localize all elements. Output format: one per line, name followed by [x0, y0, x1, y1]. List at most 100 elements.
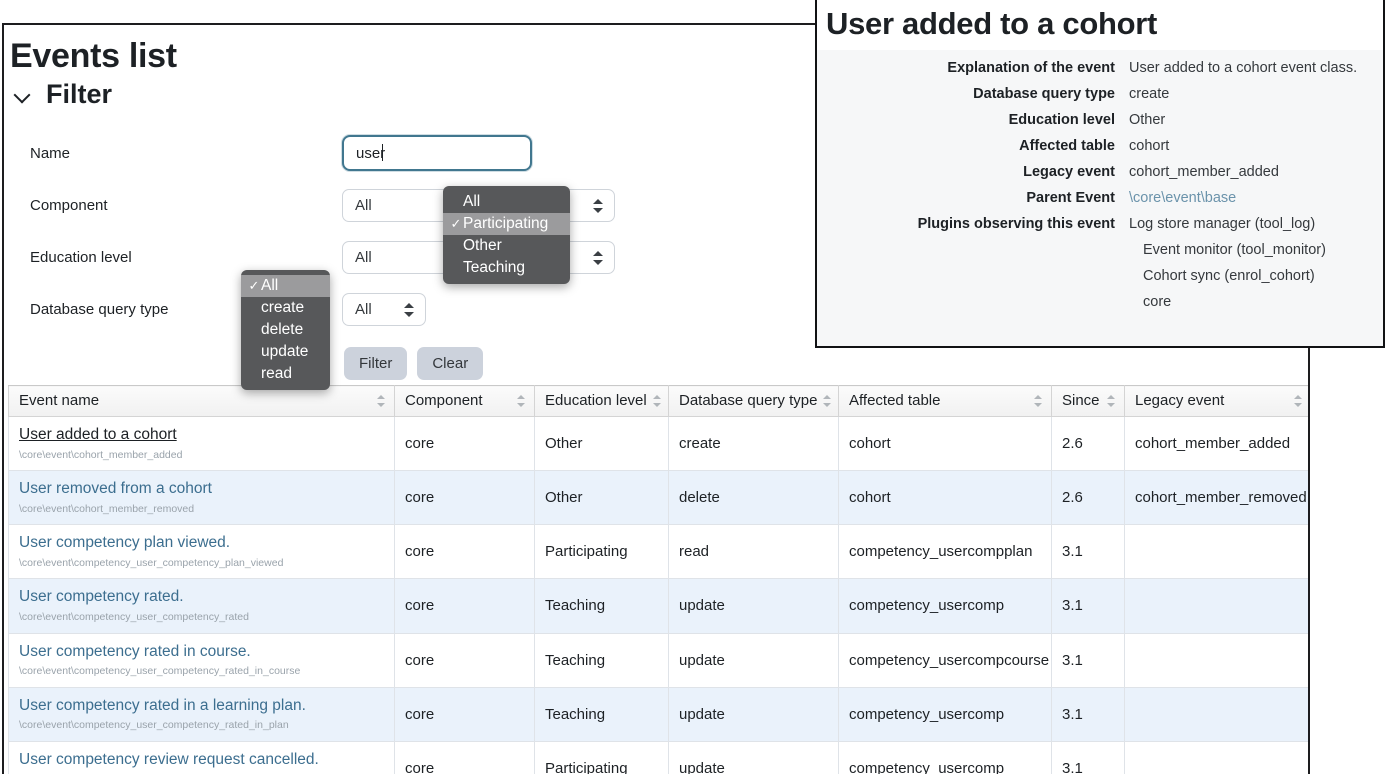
- column-label: Affected table: [849, 392, 941, 409]
- menu-item[interactable]: All: [443, 191, 570, 213]
- cell-event-name: User competency rated. \core\event\compet…: [8, 578, 395, 634]
- cell-legacy-event: [1124, 686, 1308, 742]
- menu-item[interactable]: read: [241, 363, 330, 385]
- detail-row: Explanation of the event User added to a …: [817, 60, 1383, 76]
- filter-button[interactable]: Filter: [344, 347, 408, 380]
- event-name-link[interactable]: User competency rated in a learning plan…: [19, 697, 384, 716]
- updown-arrows-icon: [403, 301, 415, 319]
- event-class-name: \core\event\competency_user_competency_r…: [19, 665, 301, 678]
- menu-item[interactable]: ✓ Participating: [443, 213, 570, 235]
- event-name-link[interactable]: User competency rated.: [19, 588, 384, 607]
- event-class-name: \core\event\cohort_member_removed: [19, 502, 195, 515]
- database-query-type-dropdown-menu[interactable]: ✓ All create delete update read: [241, 270, 330, 390]
- event-detail-body: Explanation of the event User added to a …: [817, 50, 1383, 346]
- screenshot-root: Events list Filter Name Component All Ed…: [0, 0, 1385, 774]
- sort-icon[interactable]: [1107, 394, 1116, 408]
- detail-key: Plugins observing this event: [917, 216, 1115, 232]
- detail-row: Education level Other: [817, 112, 1383, 128]
- column-label: Education level: [545, 392, 647, 409]
- detail-key: Database query type: [973, 86, 1115, 102]
- menu-item[interactable]: ✓ All: [241, 275, 330, 297]
- sort-icon[interactable]: [517, 394, 526, 408]
- cell-since: 2.6: [1051, 415, 1125, 472]
- detail-row-plugins: Plugins observing this event Log store ma…: [817, 216, 1383, 232]
- sort-icon[interactable]: [1034, 394, 1043, 408]
- label-component: Component: [30, 197, 108, 214]
- table-row: User removed from a cohort \core\event\co…: [8, 470, 1308, 526]
- detail-row: Legacy event cohort_member_added: [817, 164, 1383, 180]
- cell-component: core: [394, 632, 535, 688]
- detail-value-link[interactable]: \core\event\base: [1129, 190, 1236, 206]
- chevron-down-icon[interactable]: [14, 86, 32, 104]
- column-header-legacy-event[interactable]: Legacy event: [1124, 385, 1308, 417]
- cell-affected-table: competency_usercomp: [838, 740, 1052, 774]
- column-header-affected-table[interactable]: Affected table: [838, 385, 1052, 417]
- sort-icon[interactable]: [377, 394, 386, 408]
- label-education-level: Education level: [30, 249, 132, 266]
- detail-row: Parent Event \core\event\base: [817, 190, 1383, 206]
- column-header-education-level[interactable]: Education level: [534, 385, 669, 417]
- cell-event-name: User competency rated in a learning plan…: [8, 686, 395, 742]
- cell-component: core: [394, 686, 535, 742]
- cell-database-query-type: update: [668, 740, 839, 774]
- sort-icon[interactable]: [1294, 394, 1303, 408]
- name-input[interactable]: [342, 135, 532, 171]
- cell-component: core: [394, 470, 535, 526]
- event-name-link[interactable]: User competency plan viewed.: [19, 534, 384, 553]
- cell-affected-table: cohort: [838, 415, 1052, 472]
- cell-affected-table: cohort: [838, 470, 1052, 526]
- detail-value: cohort: [1129, 138, 1170, 154]
- event-name-link[interactable]: User competency rated in course.: [19, 643, 384, 662]
- detail-key: Education level: [1008, 112, 1115, 128]
- cell-legacy-event: [1124, 524, 1308, 580]
- event-name-link[interactable]: User removed from a cohort: [19, 480, 384, 499]
- menu-item-label: All: [261, 277, 279, 294]
- menu-item-label: Participating: [463, 215, 549, 232]
- table-row: User competency rated in course. \core\ev…: [8, 632, 1308, 688]
- event-class-name: \core\event\competency_user_competency_r…: [19, 611, 249, 624]
- cell-education-level: Other: [534, 415, 669, 472]
- cell-since: 3.1: [1051, 578, 1125, 634]
- menu-item[interactable]: delete: [241, 319, 330, 341]
- cell-education-level: Teaching: [534, 578, 669, 634]
- event-name-link[interactable]: User added to a cohort: [19, 426, 384, 445]
- sort-icon[interactable]: [652, 394, 662, 408]
- menu-item[interactable]: update: [241, 341, 330, 363]
- event-detail-panel: User added to a cohort Explanation of th…: [815, 0, 1385, 348]
- clear-button[interactable]: Clear: [417, 347, 484, 380]
- cell-education-level: Participating: [534, 524, 669, 580]
- table-row: User competency plan viewed. \core\event\…: [8, 524, 1308, 580]
- cell-since: 3.1: [1051, 524, 1125, 580]
- menu-item[interactable]: Teaching: [443, 257, 570, 279]
- cell-affected-table: competency_usercompplan: [838, 524, 1052, 580]
- cell-since: 3.1: [1051, 740, 1125, 774]
- cell-education-level: Other: [534, 470, 669, 526]
- column-header-since[interactable]: Since: [1051, 385, 1125, 417]
- cell-since: 3.1: [1051, 686, 1125, 742]
- event-name-link[interactable]: User competency review request cancelled…: [19, 751, 384, 770]
- sort-icon[interactable]: [823, 394, 832, 408]
- menu-item-label: Other: [463, 237, 502, 254]
- detail-key: Legacy event: [1023, 164, 1115, 180]
- cell-component: core: [394, 578, 535, 634]
- event-class-name: \core\event\cohort_member_added: [19, 448, 183, 461]
- menu-item-label: update: [261, 343, 309, 360]
- detail-value: Other: [1129, 112, 1166, 128]
- menu-item[interactable]: create: [241, 297, 330, 319]
- cell-affected-table: competency_usercompcourse: [838, 632, 1052, 688]
- menu-item-label: read: [261, 365, 293, 382]
- filter-section-header[interactable]: Filter: [14, 79, 112, 110]
- cell-event-name: User competency review request cancelled…: [8, 740, 395, 774]
- menu-item[interactable]: Other: [443, 235, 570, 257]
- column-header-component[interactable]: Component: [394, 385, 535, 417]
- cell-event-name: User competency plan viewed. \core\event\…: [8, 524, 395, 580]
- column-header-database-query-type[interactable]: Database query type: [668, 385, 839, 417]
- column-header-event-name[interactable]: Event name: [8, 385, 395, 417]
- column-label: Component: [405, 392, 483, 409]
- menu-item-label: All: [463, 193, 481, 210]
- plugin-item: Cohort sync (enrol_cohort): [1143, 268, 1315, 284]
- detail-key: Parent Event: [1026, 190, 1115, 206]
- education-level-dropdown-menu[interactable]: All ✓ Participating Other Teaching: [443, 186, 570, 284]
- database-query-type-select[interactable]: All: [342, 293, 426, 326]
- cell-education-level: Participating: [534, 740, 669, 774]
